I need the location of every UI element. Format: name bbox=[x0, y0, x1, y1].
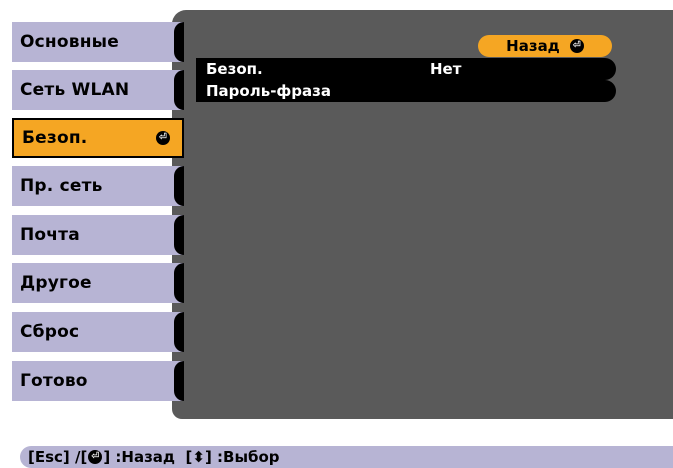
setting-value: Нет bbox=[430, 60, 462, 78]
menu-item-wlan[interactable]: Сеть WLAN bbox=[12, 70, 184, 110]
enter-icon: ⏎ bbox=[156, 131, 170, 145]
projector-menu-screen: Основные Сеть WLAN Безоп. ⏎ Пр. сеть Поч… bbox=[0, 0, 673, 434]
help-text-esc: [Esc] /[ bbox=[28, 448, 88, 466]
setting-row-passphrase[interactable]: Пароль-фраза bbox=[196, 80, 616, 102]
menu-item-reset[interactable]: Сброс bbox=[12, 312, 184, 352]
menu-item-osnovnye[interactable]: Основные bbox=[12, 22, 184, 62]
up-down-icon: ⬍ bbox=[192, 448, 205, 466]
menu-item-security[interactable]: Безоп. ⏎ bbox=[12, 118, 184, 158]
menu-item-wired-network[interactable]: Пр. сеть bbox=[12, 166, 184, 206]
back-button[interactable]: Назад ⏎ bbox=[478, 35, 612, 57]
menu-item-label: Сброс bbox=[20, 322, 80, 342]
back-button-label: Назад bbox=[506, 37, 560, 55]
menu-item-done[interactable]: Готово bbox=[12, 361, 184, 401]
menu-item-mail[interactable]: Почта bbox=[12, 215, 184, 255]
help-text-back: ] :Назад [ bbox=[103, 448, 193, 466]
menu-item-label: Другое bbox=[20, 273, 92, 293]
menu-item-label: Основные bbox=[20, 32, 119, 52]
help-bar: [Esc] /[⏎] :Назад [⬍] :Выбор bbox=[20, 446, 673, 468]
menu-item-label: Почта bbox=[20, 225, 80, 245]
setting-label: Безоп. bbox=[206, 60, 263, 78]
setting-row-security[interactable]: Безоп. Нет bbox=[196, 58, 616, 80]
menu-item-other[interactable]: Другое bbox=[12, 263, 184, 303]
menu-item-label: Сеть WLAN bbox=[20, 80, 130, 100]
menu-item-label: Пр. сеть bbox=[20, 176, 103, 196]
menu-item-label: Безоп. bbox=[22, 128, 88, 148]
help-text-select: ] :Выбор bbox=[204, 448, 280, 466]
enter-icon: ⏎ bbox=[88, 450, 103, 464]
enter-icon: ⏎ bbox=[569, 39, 584, 53]
setting-label: Пароль-фраза bbox=[206, 82, 331, 100]
menu-item-label: Готово bbox=[20, 371, 88, 391]
